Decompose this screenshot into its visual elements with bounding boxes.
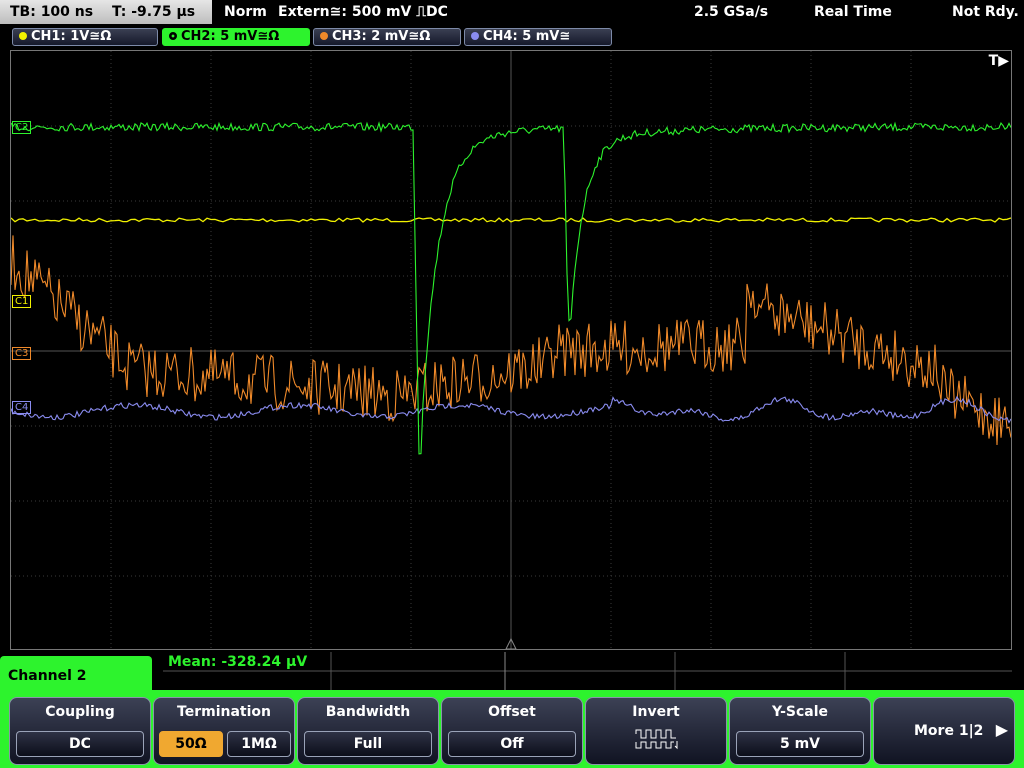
termination-softkey[interactable]: Termination 50Ω 1MΩ bbox=[153, 697, 295, 765]
tab-ch4-label: CH4: 5 mV≅ bbox=[483, 29, 571, 44]
timebase-readout: TB: 100 ns bbox=[10, 4, 94, 20]
sample-rate-readout: 2.5 GSa/s bbox=[694, 4, 769, 20]
more-softkey[interactable]: More 1|2 ▶ bbox=[873, 697, 1015, 765]
invert-title: Invert bbox=[632, 704, 680, 720]
tab-ch2[interactable]: CH2: 5 mV≅Ω bbox=[162, 28, 310, 46]
offset-value[interactable]: Off bbox=[448, 731, 576, 757]
trigger-time-readout: T: -9.75 µs bbox=[111, 4, 196, 20]
yscale-value[interactable]: 5 mV bbox=[736, 731, 864, 757]
termination-title: Termination bbox=[177, 704, 271, 720]
trigger-source-readout[interactable]: Extern≅: 500 mV ⎍DC bbox=[278, 0, 448, 24]
timebase-box[interactable]: TB: 100 ns T: -9.75 µs bbox=[0, 0, 212, 24]
coupling-value[interactable]: DC bbox=[16, 731, 144, 757]
tab-ch2-label: CH2: 5 mV≅Ω bbox=[181, 29, 280, 44]
more-label: More 1|2 bbox=[914, 723, 984, 739]
menu-title: Channel 2 bbox=[8, 668, 87, 684]
ch2-dot-icon bbox=[169, 32, 177, 40]
ch1-dot-icon bbox=[19, 32, 27, 40]
coupling-softkey[interactable]: Coupling DC bbox=[9, 697, 151, 765]
offset-title: Offset bbox=[488, 704, 536, 720]
ch2-offset-marker[interactable]: C2 bbox=[12, 121, 32, 134]
bandwidth-value[interactable]: Full bbox=[304, 731, 432, 757]
invert-waveform-icon bbox=[635, 729, 678, 750]
waveform-grid[interactable]: T▶ C2 C1 C3 C4 bbox=[10, 50, 1012, 650]
termination-50ohm-option[interactable]: 50Ω bbox=[159, 731, 223, 757]
ch1-offset-marker[interactable]: C1 bbox=[12, 295, 32, 308]
run-state-readout: Not Rdy. bbox=[952, 4, 1019, 20]
yscale-softkey[interactable]: Y-Scale 5 mV bbox=[729, 697, 871, 765]
bandwidth-softkey[interactable]: Bandwidth Full bbox=[297, 697, 439, 765]
coupling-title: Coupling bbox=[45, 704, 115, 720]
invert-softkey[interactable]: Invert bbox=[585, 697, 727, 765]
tab-ch4[interactable]: CH4: 5 mV≅ bbox=[464, 28, 612, 46]
acq-mode-readout[interactable]: Norm bbox=[224, 0, 267, 24]
offset-softkey[interactable]: Offset Off bbox=[441, 697, 583, 765]
acq-type-readout: Real Time bbox=[814, 4, 892, 20]
ch3-dot-icon bbox=[320, 32, 328, 40]
ch3-offset-marker[interactable]: C3 bbox=[12, 347, 32, 360]
next-page-icon: ▶ bbox=[995, 720, 1008, 739]
termination-1mohm-option[interactable]: 1MΩ bbox=[227, 731, 291, 757]
mean-measurement: Mean: -328.24 µV bbox=[168, 654, 308, 670]
tab-ch1[interactable]: CH1: 1V≅Ω bbox=[12, 28, 158, 46]
ch4-offset-marker[interactable]: C4 bbox=[12, 401, 32, 414]
bandwidth-title: Bandwidth bbox=[325, 704, 411, 720]
yscale-title: Y-Scale bbox=[771, 704, 828, 720]
waveform-svg bbox=[11, 51, 1011, 649]
tab-ch1-label: CH1: 1V≅Ω bbox=[31, 29, 112, 44]
trigger-marker: T▶ bbox=[988, 53, 1009, 69]
tab-ch3-label: CH3: 2 mV≅Ω bbox=[332, 29, 431, 44]
tab-ch3[interactable]: CH3: 2 mV≅Ω bbox=[313, 28, 461, 46]
ch4-dot-icon bbox=[471, 32, 479, 40]
